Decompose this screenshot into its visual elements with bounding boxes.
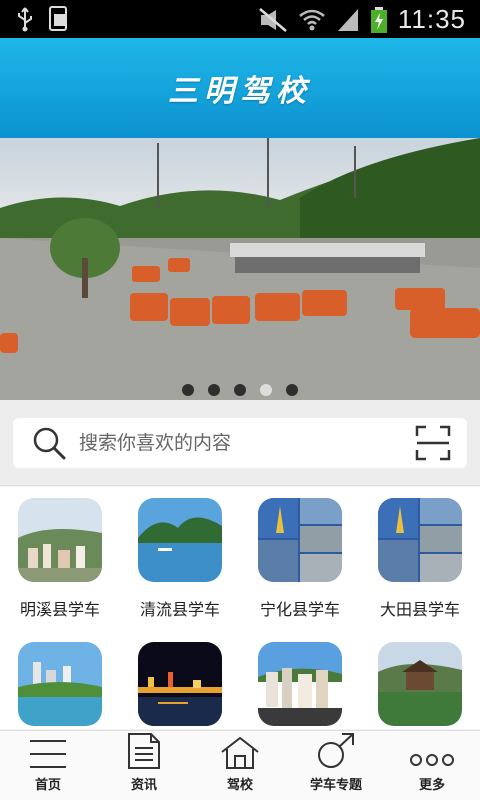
menu-icon [30, 740, 66, 768]
grid-item-8[interactable] [360, 642, 480, 729]
more-dots-icon [410, 754, 454, 766]
banner-carousel[interactable] [0, 138, 480, 400]
grid-item-7[interactable] [240, 642, 360, 729]
bottom-navigation: 首页 资讯 驾校 学车专题 更多 [0, 730, 480, 800]
county-grid: 明溪县学车 清流县学车 宁化县学车 大田县学车 [0, 487, 480, 729]
battery-charging-icon [370, 6, 387, 33]
grid-item-label: 清流县学车 [139, 600, 220, 619]
phone-icon [49, 6, 67, 31]
thumbnail [258, 642, 342, 726]
status-time: 11:35 [397, 4, 466, 34]
carousel-dot[interactable] [234, 384, 246, 396]
signal-icon [337, 8, 358, 31]
grid-item-ninghua[interactable]: 宁化县学车 [240, 498, 360, 620]
carousel-dot-active[interactable] [260, 384, 272, 396]
nav-learning-topics[interactable]: 学车专题 [288, 731, 384, 800]
thumbnail [18, 642, 102, 726]
page-title: 三明驾校 [168, 74, 312, 109]
scan-icon[interactable] [415, 425, 451, 461]
grid-item-5[interactable] [0, 642, 120, 729]
nav-label: 首页 [34, 778, 61, 793]
app-header: 三明驾校 [0, 38, 480, 138]
grid-item-label: 大田县学车 [379, 600, 460, 619]
mute-icon [259, 7, 287, 32]
grid-item-6[interactable] [120, 642, 240, 729]
nav-label: 学车专题 [309, 778, 362, 793]
grid-item-datian[interactable]: 大田县学车 [360, 498, 480, 620]
usb-icon [18, 7, 32, 32]
search-input[interactable] [79, 432, 379, 454]
carousel-dot[interactable] [286, 384, 298, 396]
wifi-icon [299, 9, 325, 30]
home-icon [221, 736, 259, 769]
grid-item-qingliu[interactable]: 清流县学车 [120, 498, 240, 620]
nav-label: 资讯 [130, 778, 157, 793]
banner-image [0, 138, 480, 400]
grid-item-label: 明溪县学车 [19, 600, 100, 619]
nav-news[interactable]: 资讯 [96, 731, 192, 800]
male-symbol-icon [318, 733, 354, 768]
grid-item-mingxi[interactable]: 明溪县学车 [0, 498, 120, 620]
grid-item-label: 宁化县学车 [259, 600, 340, 619]
thumbnail [18, 498, 102, 582]
carousel-dot[interactable] [208, 384, 220, 396]
status-bar: 11:35 [0, 0, 480, 38]
search-bar[interactable] [13, 418, 467, 468]
carousel-indicators [0, 384, 480, 396]
document-icon [128, 733, 160, 769]
carousel-dot[interactable] [182, 384, 194, 396]
nav-more[interactable]: 更多 [384, 731, 480, 800]
thumbnail [138, 498, 222, 582]
nav-home[interactable]: 首页 [0, 731, 96, 800]
search-area [0, 400, 480, 486]
nav-label: 更多 [418, 778, 445, 793]
thumbnail [378, 498, 462, 582]
search-icon [33, 427, 66, 460]
nav-label: 驾校 [226, 778, 253, 793]
nav-driving-school[interactable]: 驾校 [192, 731, 288, 800]
thumbnail [378, 642, 462, 726]
thumbnail [258, 498, 342, 582]
thumbnail [138, 642, 222, 726]
